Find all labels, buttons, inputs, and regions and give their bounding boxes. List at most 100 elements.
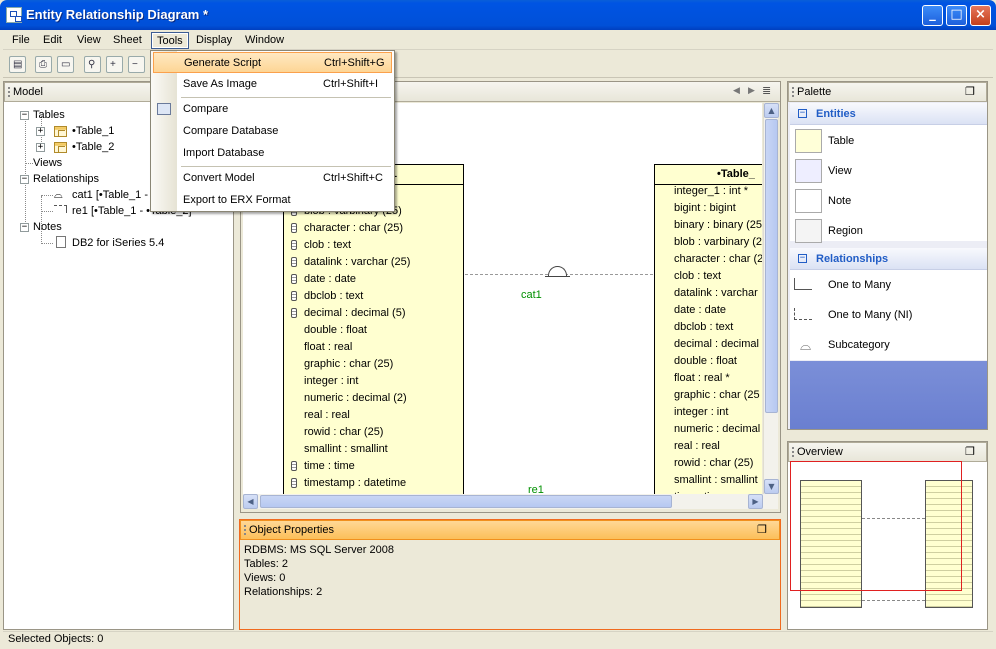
tree-tables[interactable]: Tables: [33, 107, 65, 123]
restore-icon[interactable]: ❐: [965, 443, 975, 461]
table-2-column[interactable]: bigint : bigint: [674, 200, 736, 217]
menu-item-convert-model[interactable]: Convert Model Ctrl+Shift+C: [153, 168, 392, 189]
tree-relationships[interactable]: Relationships: [33, 171, 99, 187]
palette-item-subcategory[interactable]: ⌓ Subcategory: [790, 330, 987, 360]
maximize-button[interactable]: □: [946, 5, 967, 26]
menu-sheet[interactable]: Sheet: [108, 32, 147, 49]
relationship-label-cat1[interactable]: cat1: [521, 289, 542, 301]
menu-tools[interactable]: Tools: [151, 32, 189, 49]
table-2-column[interactable]: character : char (2: [674, 251, 762, 268]
table-1-column[interactable]: graphic : char (25): [304, 356, 393, 373]
table-1-column[interactable]: smallint : smallint: [304, 441, 388, 458]
table-2-column[interactable]: integer_1 : int *: [674, 183, 748, 200]
menu-file[interactable]: File: [7, 32, 35, 49]
zoom-icon[interactable]: ⚲: [84, 56, 101, 73]
table-1-column[interactable]: character : char (25): [304, 220, 403, 237]
horizontal-scroll-thumb[interactable]: [260, 495, 672, 508]
scroll-up-icon[interactable]: ▲: [764, 103, 779, 118]
table-2-column[interactable]: binary : binary (25: [674, 217, 762, 234]
menu-window[interactable]: Window: [240, 32, 289, 49]
tree-relationship-cat1[interactable]: cat1 [•Table_1 - •: [72, 187, 155, 203]
palette-item-one-to-many-ni[interactable]: One to Many (NI): [790, 300, 987, 330]
tree-table-1[interactable]: •Table_1: [72, 123, 114, 139]
table-2-column[interactable]: integer : int: [674, 404, 728, 421]
print-icon[interactable]: ⎙: [35, 56, 52, 73]
relationships-header[interactable]: − Relationships: [790, 248, 987, 270]
page-setup-icon[interactable]: ▭: [57, 56, 74, 73]
restore-icon[interactable]: ❐: [965, 83, 975, 101]
tree-table-2[interactable]: •Table_2: [72, 139, 114, 155]
table-1-column[interactable]: time : time: [304, 458, 355, 475]
table-2-column[interactable]: decimal : decimal (: [674, 336, 762, 353]
scroll-right-icon[interactable]: ▶: [748, 494, 763, 509]
table-2-column[interactable]: smallint : smallint: [674, 472, 758, 489]
table-2-column[interactable]: clob : text: [674, 268, 721, 285]
palette-item-table[interactable]: Table: [790, 126, 987, 156]
minimize-button[interactable]: _: [922, 5, 943, 26]
table-2-column[interactable]: datalink : varchar: [674, 285, 758, 302]
palette-item-note[interactable]: Note: [790, 186, 987, 216]
save-icon[interactable]: ▤: [9, 56, 26, 73]
palette-item-view[interactable]: View: [790, 156, 987, 186]
tree-note-db2[interactable]: DB2 for iSeries 5.4: [72, 235, 164, 251]
table-1-column[interactable]: datalink : varchar (25): [304, 254, 410, 271]
tree-notes[interactable]: Notes: [33, 219, 62, 235]
table-2-column[interactable]: float : real *: [674, 370, 730, 387]
table2-expand-icon[interactable]: +: [36, 143, 45, 152]
table-1-column[interactable]: numeric : decimal (2): [304, 390, 407, 407]
menu-item-generate-script[interactable]: Generate Script Ctrl+Shift+G: [153, 52, 392, 73]
table-entity-1[interactable]: 1 blob : varbinary (25)character : char …: [283, 164, 464, 494]
menu-display[interactable]: Display: [191, 32, 237, 49]
tree-views[interactable]: Views: [33, 155, 62, 171]
table-2-column[interactable]: double : float: [674, 353, 737, 370]
tables-collapse-icon[interactable]: −: [20, 111, 29, 120]
table-1-column[interactable]: float : real: [304, 339, 352, 356]
table-1-column[interactable]: decimal : decimal (5): [304, 305, 405, 322]
palette-item-one-to-many[interactable]: One to Many: [790, 270, 987, 300]
table-2-column[interactable]: numeric : decimal: [674, 421, 760, 438]
table-2-column[interactable]: blob : varbinary (2: [674, 234, 762, 251]
table-entity-2[interactable]: •Table_ integer_1 : int * bigint : bigint…: [654, 164, 762, 494]
table-1-column[interactable]: timestamp : datetime: [304, 475, 406, 492]
menu-item-compare-database[interactable]: Compare Database: [153, 121, 392, 142]
table-2-column[interactable]: graphic : char (25: [674, 387, 760, 404]
collapse-icon[interactable]: −: [798, 254, 807, 263]
table1-expand-icon[interactable]: +: [36, 127, 45, 136]
table-2-column[interactable]: real : real: [674, 438, 720, 455]
collapse-icon[interactable]: −: [798, 109, 807, 118]
relationships-collapse-icon[interactable]: −: [20, 175, 29, 184]
table-1-column[interactable]: integer : int: [304, 373, 358, 390]
zoom-in-icon[interactable]: +: [106, 56, 123, 73]
table-1-column[interactable]: double : float: [304, 322, 367, 339]
table-1-column[interactable]: rowid : char (25): [304, 424, 383, 441]
table-2-column[interactable]: dbclob : text: [674, 319, 733, 336]
tab-list-icon[interactable]: ≣: [762, 84, 771, 97]
table-2-column[interactable]: rowid : char (25): [674, 455, 753, 472]
tab-left-arrow-icon[interactable]: ◀: [733, 85, 740, 96]
restore-icon[interactable]: ❐: [757, 521, 767, 539]
menu-item-import-database[interactable]: Import Database: [153, 143, 392, 164]
scroll-down-icon[interactable]: ▼: [764, 479, 779, 494]
table-1-column[interactable]: clob : text: [304, 237, 351, 254]
palette-item-region[interactable]: Region: [790, 216, 987, 246]
overview-viewport[interactable]: [790, 461, 962, 591]
menu-item-compare[interactable]: Compare: [153, 99, 392, 120]
table-1-column[interactable]: date : date: [304, 271, 356, 288]
table-1-column[interactable]: dbclob : text: [304, 288, 363, 305]
menu-view[interactable]: View: [72, 32, 106, 49]
entities-header[interactable]: − Entities: [790, 103, 987, 125]
vertical-scroll-thumb[interactable]: [765, 119, 778, 413]
title-bar[interactable]: Entity Relationship Diagram * _ □ ×: [0, 0, 996, 30]
menu-item-export-erx[interactable]: Export to ERX Format: [153, 190, 392, 211]
table-2-column[interactable]: date : date: [674, 302, 726, 319]
notes-collapse-icon[interactable]: −: [20, 223, 29, 232]
menu-edit[interactable]: Edit: [38, 32, 67, 49]
close-button[interactable]: ×: [970, 5, 991, 26]
table-1-column[interactable]: real : real: [304, 407, 350, 424]
vertical-scrollbar[interactable]: ▲ ▼: [763, 103, 779, 494]
horizontal-scrollbar[interactable]: ◀ ▶: [243, 494, 778, 509]
tab-right-arrow-icon[interactable]: ▶: [748, 85, 755, 96]
scroll-left-icon[interactable]: ◀: [243, 494, 258, 509]
zoom-out-icon[interactable]: −: [128, 56, 145, 73]
relationship-label-re1[interactable]: re1: [528, 484, 544, 494]
